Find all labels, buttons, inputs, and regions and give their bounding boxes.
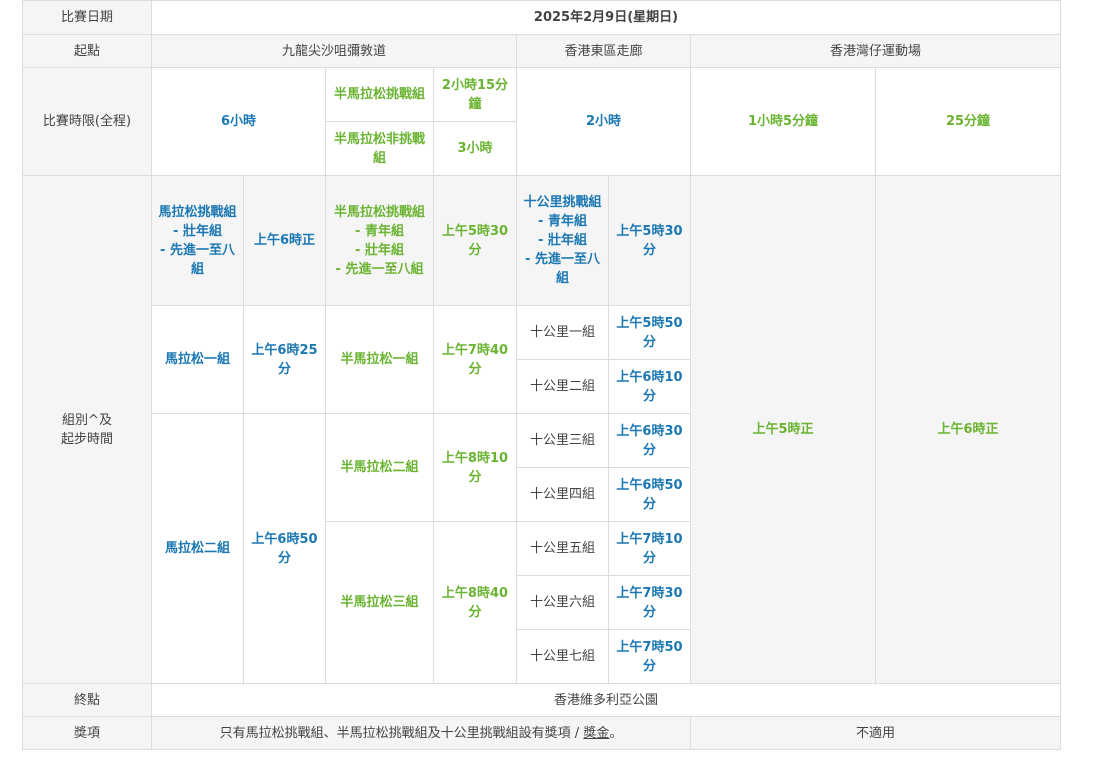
group-hm-3-time: 上午8時40分 [433,521,517,684]
time-limit-wheelchair-10k: 25分鐘 [875,67,1061,176]
group-hm-1-name: 半馬拉松一組 [325,305,434,414]
prize-label: 獎項 [22,716,152,750]
group-10k-4-name: 十公里四組 [516,467,609,522]
group-marathon-1-name: 馬拉松一組 [151,305,244,414]
time-limit-marathon: 6小時 [151,67,326,176]
group-marathon-challenge-time: 上午6時正 [243,175,326,306]
group-hm-challenge-name: 半馬拉松挑戰組 - 青年組 - 壯年組 - 先進一至八組 [325,175,434,306]
finish-value: 香港維多利亞公園 [151,683,1061,717]
start-east-corridor: 香港東區走廊 [516,34,691,68]
time-limit-label: 比賽時限(全程) [22,67,152,176]
race-date-value: 2025年2月9日(星期日) [151,0,1061,35]
group-10k-challenge-name: 十公里挑戰組 - 青年組 - 壯年組 - 先進一至八組 [516,175,609,306]
group-10k-6-name: 十公里六組 [516,575,609,630]
group-10k-2-time: 上午6時10分 [608,359,691,414]
start-kowloon: 九龍尖沙咀彌敦道 [151,34,517,68]
group-marathon-1-time: 上午6時25分 [243,305,326,414]
group-wheelchair-10k-time: 上午6時正 [875,175,1061,684]
time-limit-10k: 2小時 [516,67,691,176]
group-10k-3-name: 十公里三組 [516,413,609,468]
prize-text-after: 。 [609,725,623,741]
start-so-kon-po: 香港灣仔運動場 [690,34,1061,68]
group-10k-1-time: 上午5時50分 [608,305,691,360]
race-date-text: 2025年2月9日(星期日) [533,10,679,25]
prize-text-before: 只有馬拉松挑戰組、半馬拉松挑戰組及十公里挑戰組設有獎項 / [219,725,584,741]
row-finish: 終點 香港維多利亞公園 [22,683,1061,717]
group-10k-5-name: 十公里五組 [516,521,609,576]
group-10k-5-time: 上午7時10分 [608,521,691,576]
row-groups-1: 組別^及 起步時間 馬拉松挑戰組 - 壯年組 - 先進一至八組 上午6時正 半馬… [22,175,1061,684]
group-wheelchair-hm-time: 上午5時正 [690,175,876,684]
time-limit-hm-non-challenge-name: 半馬拉松非挑戰組 [325,121,434,176]
row-time-limit-a: 比賽時限(全程) 6小時 半馬拉松挑戰組 2小時15分鐘 2小時 1小時5分鐘 … [22,67,1061,176]
group-10k-challenge-time: 上午5時30分 [608,175,691,306]
group-marathon-challenge-name: 馬拉松挑戰組 - 壯年組 - 先進一至八組 [151,175,244,306]
finish-label: 終點 [22,683,152,717]
prize-wheelchair: 不適用 [690,716,1061,750]
race-info-table-wrapper: 比賽日期 2025年2月9日(星期日) 起點 九龍尖沙咀彌敦道 香港東區走廊 香… [22,0,1061,750]
group-10k-1-name: 十公里一組 [516,305,609,360]
row-prize: 獎項 只有馬拉松挑戰組、半馬拉松挑戰組及十公里挑戰組設有獎項 / 獎金。 不適用 [22,716,1061,750]
row-start-point: 起點 九龍尖沙咀彌敦道 香港東區走廊 香港灣仔運動場 [22,34,1061,68]
group-marathon-2-name: 馬拉松二組 [151,413,244,684]
group-10k-7-name: 十公里七組 [516,629,609,684]
time-limit-hm-challenge-name: 半馬拉松挑戰組 [325,67,434,122]
start-point-label: 起點 [22,34,152,68]
group-hm-1-time: 上午7時40分 [433,305,517,414]
prize-money-link[interactable]: 獎金 [583,726,609,741]
group-10k-4-time: 上午6時50分 [608,467,691,522]
group-hm-2-time: 上午8時10分 [433,413,517,522]
group-10k-3-time: 上午6時30分 [608,413,691,468]
prize-value: 只有馬拉松挑戰組、半馬拉松挑戰組及十公里挑戰組設有獎項 / 獎金。 [151,716,691,750]
time-limit-wheelchair-hm: 1小時5分鐘 [690,67,876,176]
group-10k-7-time: 上午7時50分 [608,629,691,684]
group-10k-2-name: 十公里二組 [516,359,609,414]
race-info-table: 比賽日期 2025年2月9日(星期日) 起點 九龍尖沙咀彌敦道 香港東區走廊 香… [22,0,1061,750]
race-date-label: 比賽日期 [22,0,152,35]
time-limit-hm-non-challenge-time: 3小時 [433,121,517,176]
group-hm-2-name: 半馬拉松二組 [325,413,434,522]
group-hm-3-name: 半馬拉松三組 [325,521,434,684]
groups-label: 組別^及 起步時間 [22,175,152,684]
group-marathon-2-time: 上午6時50分 [243,413,326,684]
group-hm-challenge-time: 上午5時30分 [433,175,517,306]
time-limit-hm-challenge-time: 2小時15分鐘 [433,67,517,122]
group-10k-6-time: 上午7時30分 [608,575,691,630]
row-race-date: 比賽日期 2025年2月9日(星期日) [22,0,1061,35]
